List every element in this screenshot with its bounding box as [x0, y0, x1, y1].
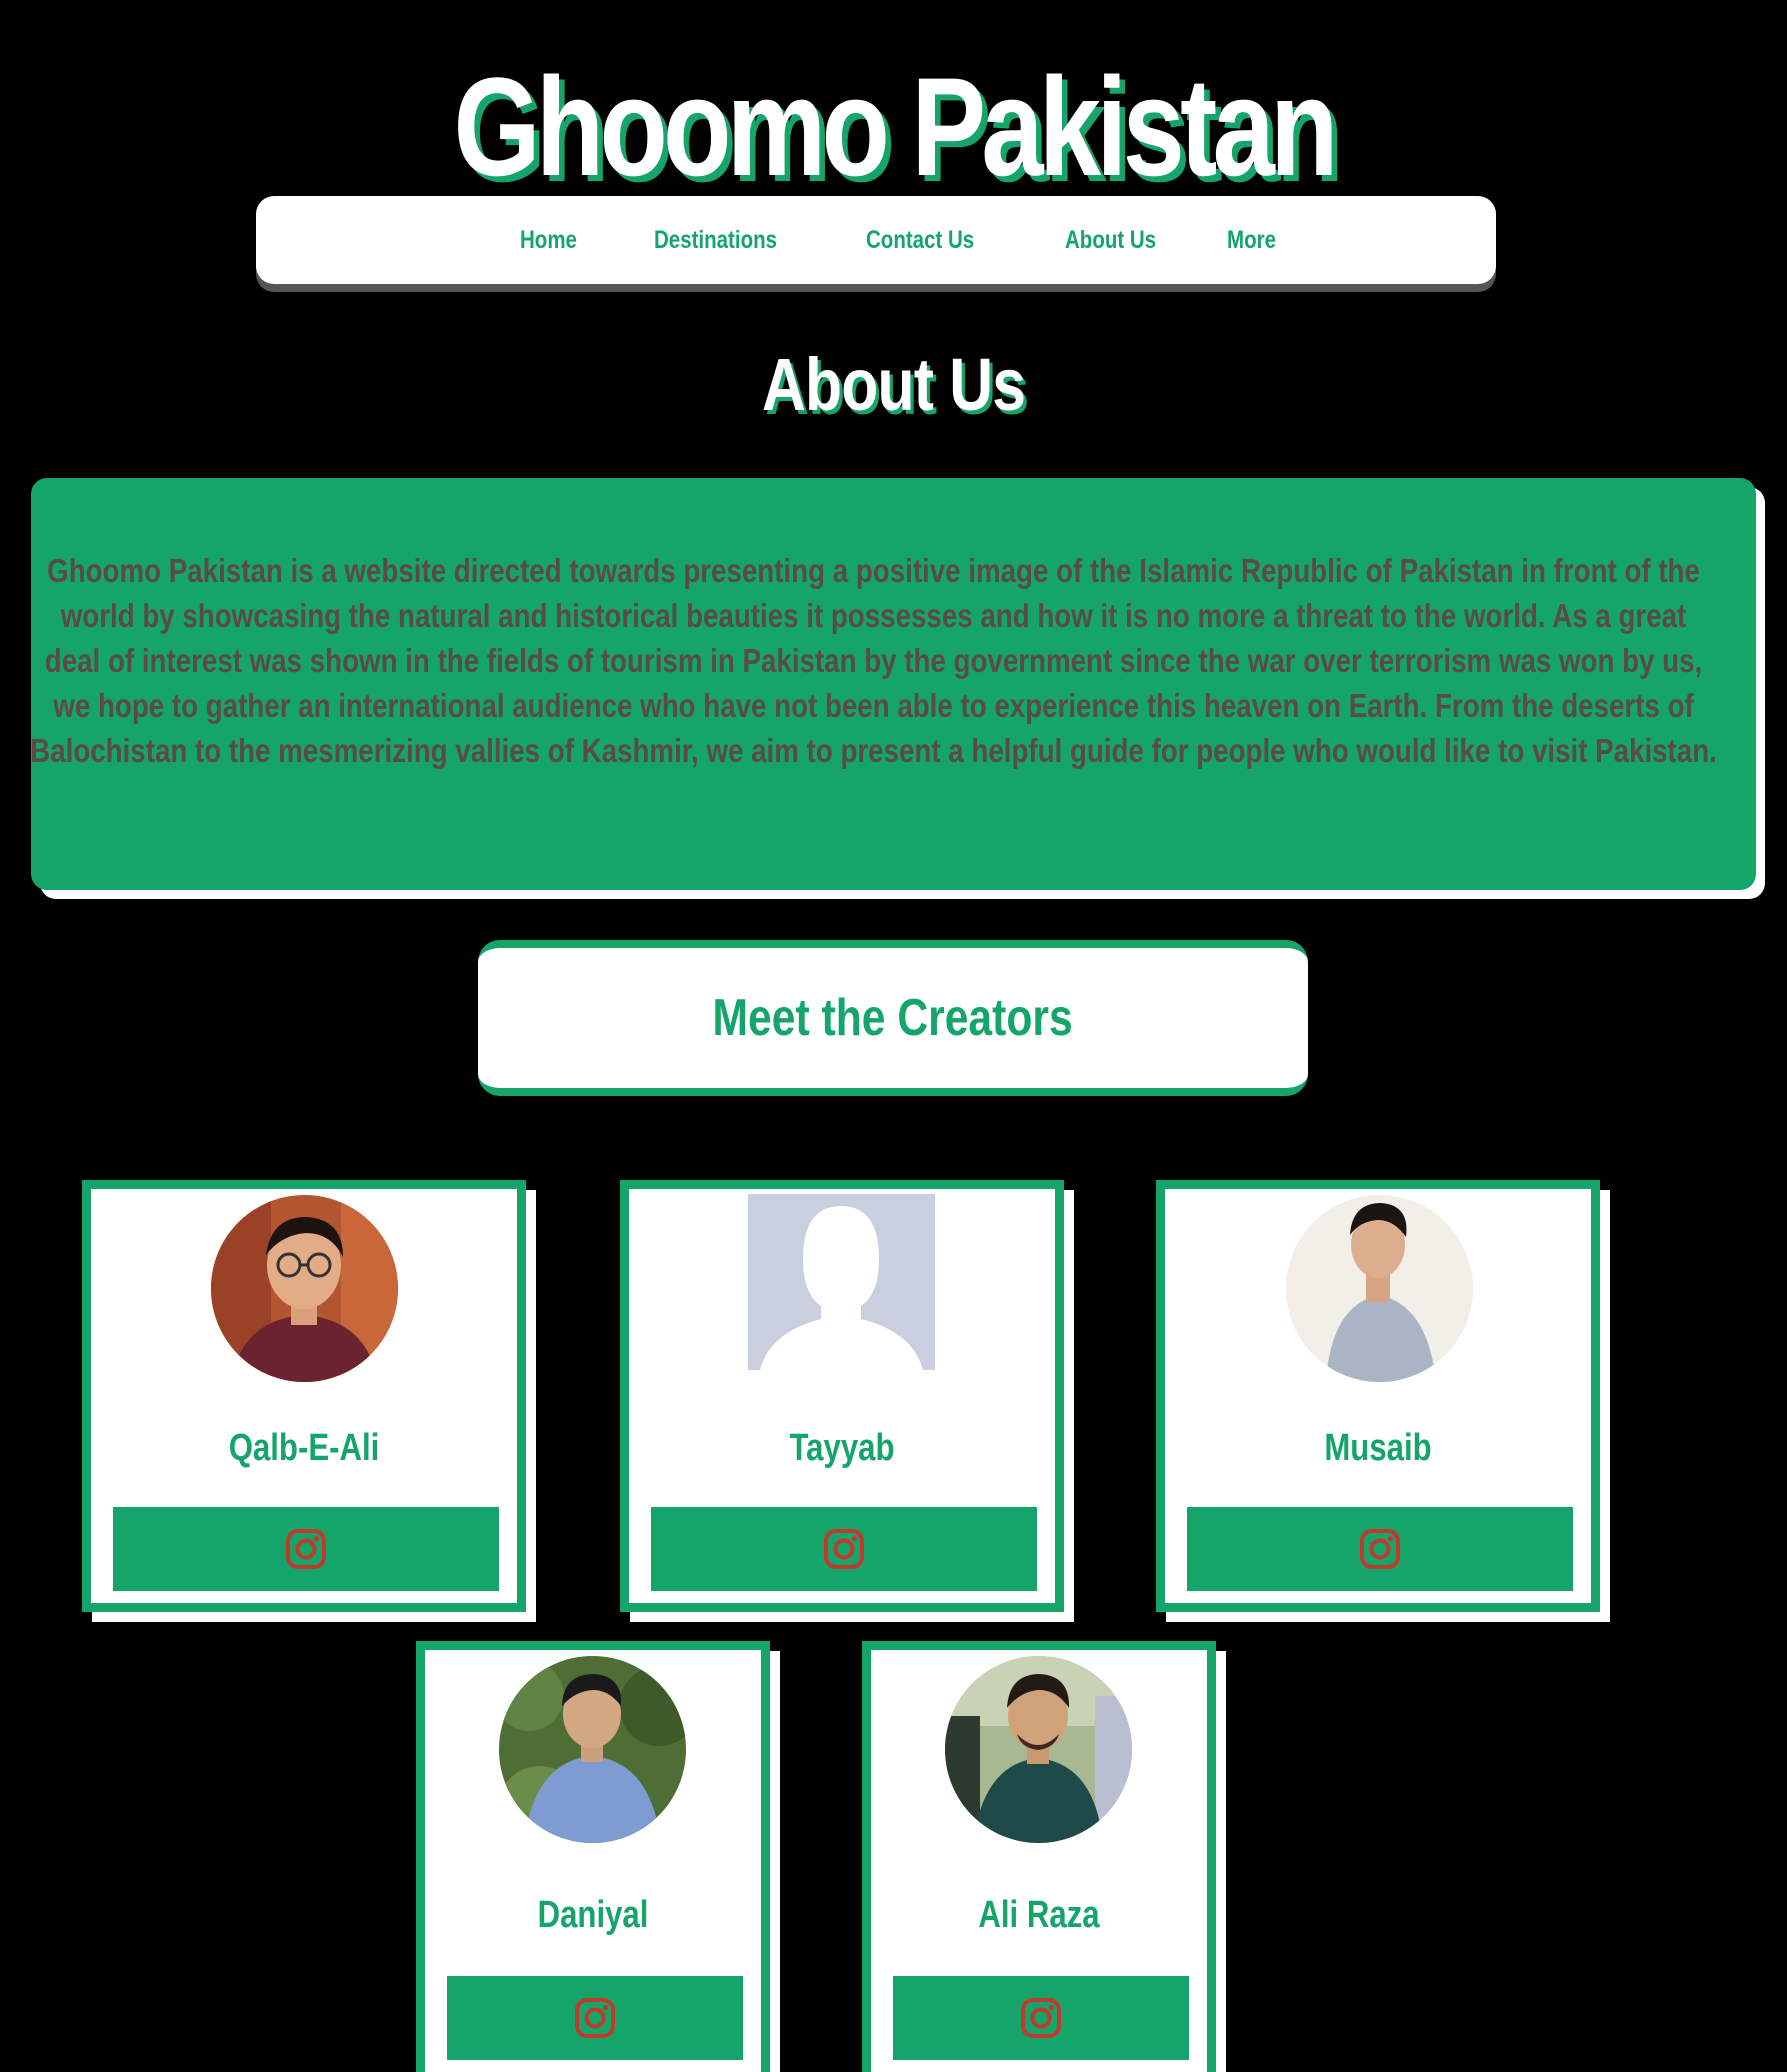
creators-heading: Meet the Creators	[712, 989, 1074, 1047]
instagram-button[interactable]	[447, 1976, 743, 2060]
instagram-button[interactable]	[651, 1507, 1037, 1591]
creator-name: Daniyal	[537, 1894, 649, 1936]
about-text: Ghoomo Pakistan is a website directed to…	[30, 552, 1717, 769]
instagram-button[interactable]	[1187, 1507, 1573, 1591]
creator-card: Musaib	[1156, 1180, 1600, 1612]
creator-photo	[945, 1656, 1132, 1843]
nav-item-home[interactable]: Home	[520, 226, 577, 255]
instagram-icon	[286, 1529, 326, 1569]
nav-item-destinations[interactable]: Destinations	[654, 226, 777, 255]
creator-name: Ali Raza	[978, 1894, 1100, 1936]
creator-name: Musaib	[1324, 1427, 1432, 1469]
creator-card: Qalb-E-Ali	[82, 1180, 526, 1612]
creator-name: Qalb-E-Ali	[228, 1427, 380, 1469]
creator-card: Tayyab	[620, 1180, 1064, 1612]
creators-heading-box: Meet the Creators	[478, 940, 1308, 1096]
creator-card: Ali Raza	[862, 1641, 1216, 2072]
instagram-button[interactable]	[113, 1507, 499, 1591]
creator-photo	[1286, 1195, 1473, 1382]
creator-name: Tayyab	[789, 1427, 895, 1469]
page: Ghoomo Pakistan Home Destinations Contac…	[0, 0, 1787, 2072]
creator-photo	[499, 1656, 686, 1843]
navbar: Home Destinations Contact Us About Us Mo…	[256, 196, 1496, 284]
about-section: Ghoomo Pakistan is a website directed to…	[30, 478, 1756, 890]
default-avatar-icon	[748, 1194, 935, 1370]
instagram-button[interactable]	[893, 1976, 1189, 2060]
creator-card: Daniyal	[416, 1641, 770, 2072]
nav-item-contact-us[interactable]: Contact Us	[866, 226, 974, 255]
instagram-icon	[575, 1998, 615, 2038]
instagram-icon	[824, 1529, 864, 1569]
site-title: Ghoomo Pakistan	[453, 48, 1339, 205]
instagram-icon	[1021, 1998, 1061, 2038]
instagram-icon	[1360, 1529, 1400, 1569]
creator-photo	[211, 1195, 398, 1382]
nav-item-about-us[interactable]: About Us	[1065, 226, 1156, 255]
page-heading: About Us	[762, 343, 1026, 426]
nav-item-more[interactable]: More	[1227, 226, 1276, 255]
